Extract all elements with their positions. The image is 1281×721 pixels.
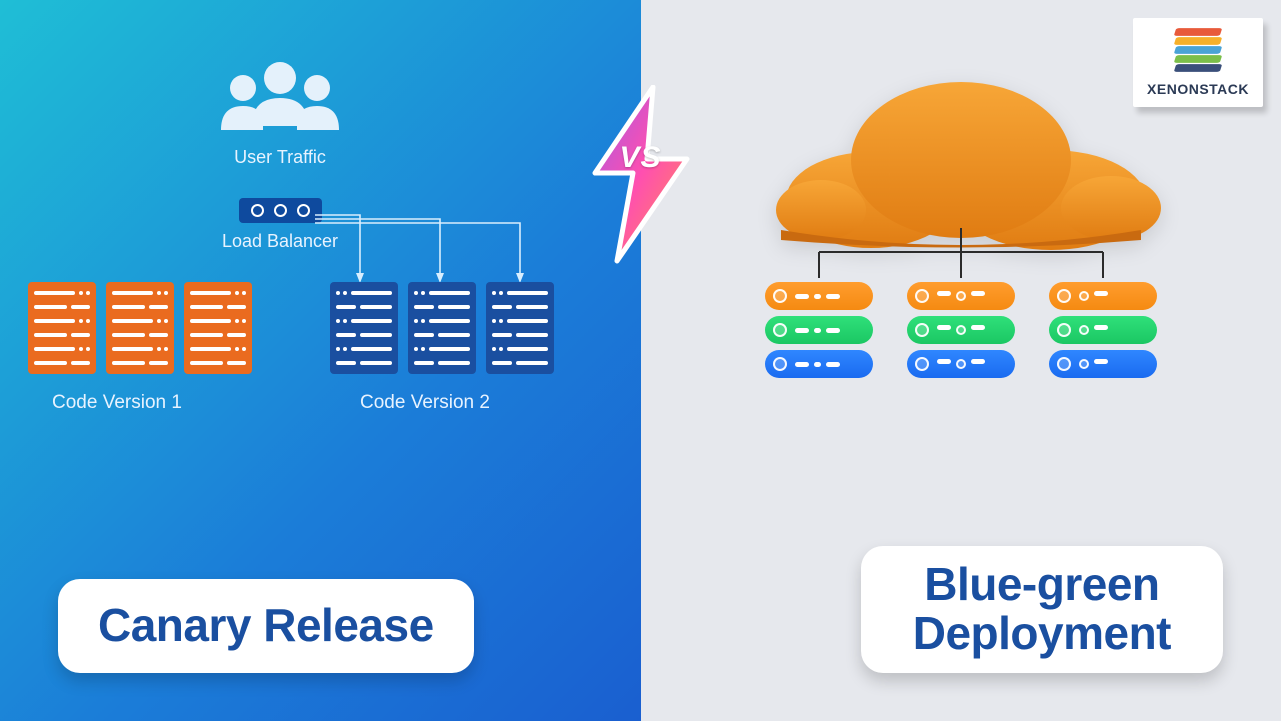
canary-panel: User Traffic Load Balancer bbox=[0, 0, 641, 721]
load-balancer-label: Load Balancer bbox=[215, 231, 345, 252]
blue-green-title-line1: Blue-green bbox=[913, 560, 1171, 610]
server-icon bbox=[28, 282, 96, 374]
load-balancer-group: Load Balancer bbox=[215, 198, 345, 252]
cloud-icon bbox=[741, 80, 1181, 255]
rack-strip-blue bbox=[765, 350, 873, 378]
load-balancer-icon bbox=[239, 198, 322, 223]
rack-strip-orange bbox=[765, 282, 873, 310]
canary-title-card: Canary Release bbox=[58, 579, 474, 673]
server-icon bbox=[330, 282, 398, 374]
vs-label: VS bbox=[619, 141, 661, 175]
server-racks bbox=[765, 282, 1157, 378]
server-icon bbox=[106, 282, 174, 374]
rack bbox=[1049, 282, 1157, 378]
blue-green-title-line2: Deployment bbox=[913, 609, 1171, 659]
code-v1-label: Code Version 1 bbox=[52, 392, 182, 414]
rack-strip-green bbox=[765, 316, 873, 344]
blue-green-panel: XENONSTACK bbox=[641, 0, 1281, 721]
canary-title: Canary Release bbox=[98, 601, 434, 651]
rack-strip-blue bbox=[907, 350, 1015, 378]
code-v1-servers bbox=[28, 282, 252, 374]
rack-strip-orange bbox=[1049, 282, 1157, 310]
user-traffic-group: User Traffic bbox=[200, 58, 360, 168]
xenonstack-logo-icon bbox=[1147, 30, 1249, 75]
diagram-container: User Traffic Load Balancer bbox=[0, 0, 1281, 721]
rack-strip-green bbox=[1049, 316, 1157, 344]
vs-badge: VS bbox=[571, 85, 711, 270]
code-v2-label: Code Version 2 bbox=[360, 392, 490, 414]
rack bbox=[907, 282, 1015, 378]
server-icon bbox=[184, 282, 252, 374]
rack-strip-orange bbox=[907, 282, 1015, 310]
server-icon bbox=[486, 282, 554, 374]
users-icon bbox=[200, 58, 360, 141]
rack bbox=[765, 282, 873, 378]
blue-green-title-card: Blue-green Deployment bbox=[861, 546, 1223, 673]
code-v2-servers bbox=[330, 282, 554, 374]
rack-strip-blue bbox=[1049, 350, 1157, 378]
user-traffic-label: User Traffic bbox=[200, 147, 360, 168]
rack-strip-green bbox=[907, 316, 1015, 344]
server-icon bbox=[408, 282, 476, 374]
